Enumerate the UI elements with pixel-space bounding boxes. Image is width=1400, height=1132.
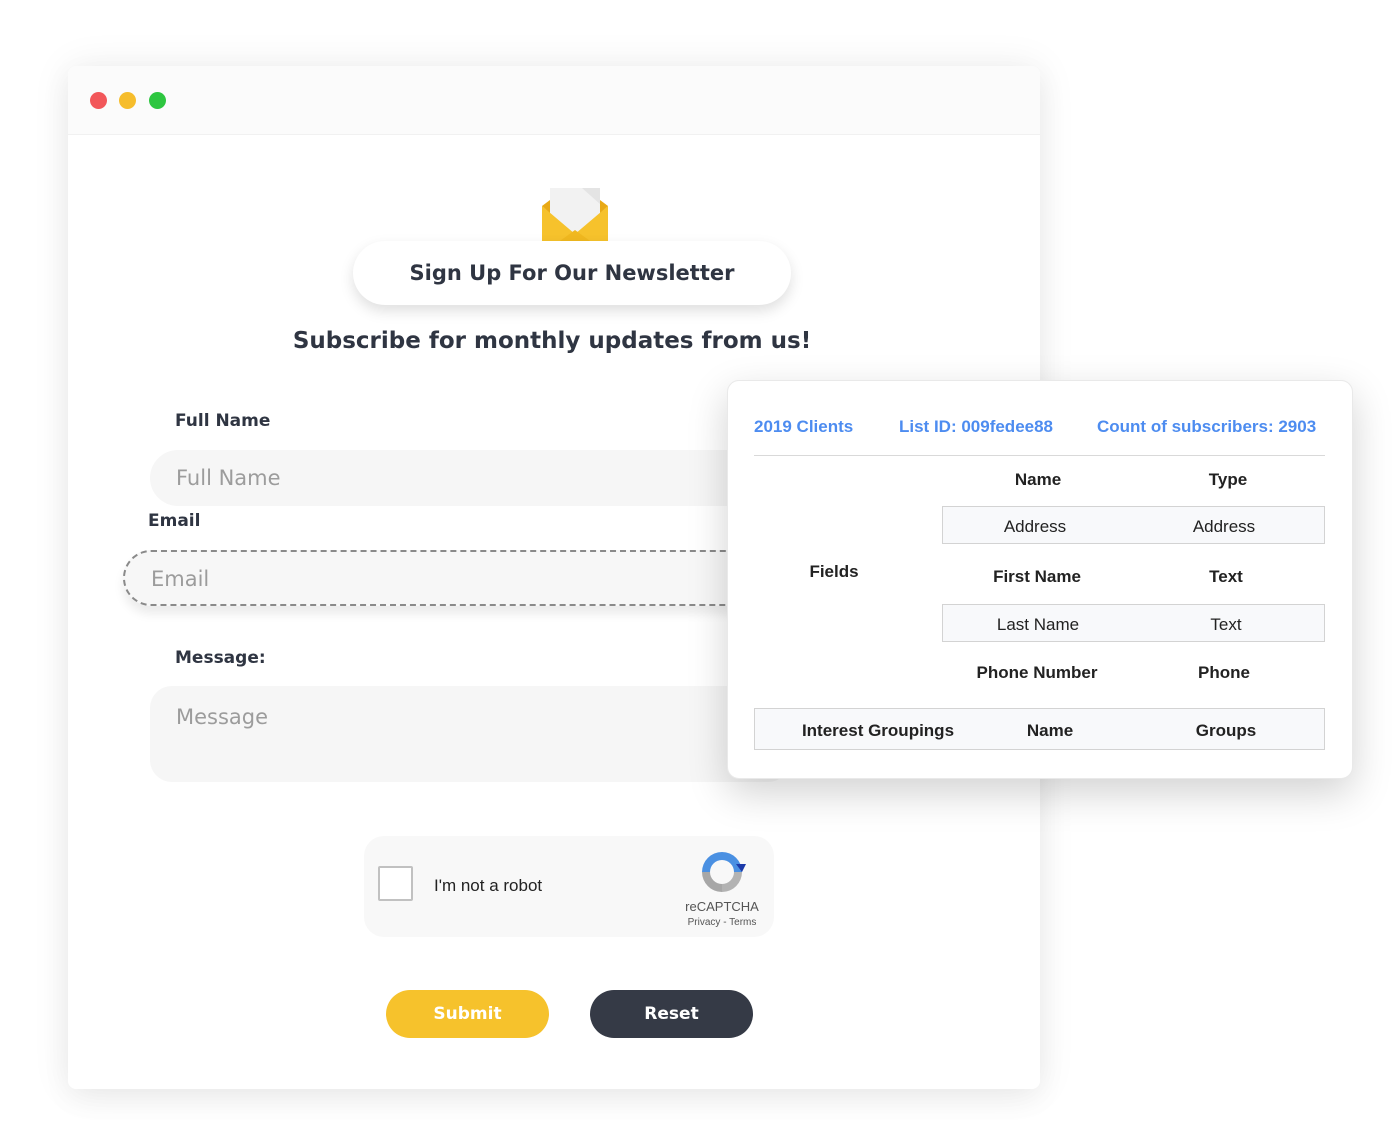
recaptcha-label: I'm not a robot (434, 876, 543, 895)
interest-groupings-groups: Groups (1195, 721, 1257, 740)
field-type: Phone (1198, 663, 1250, 682)
fields-label: Fields (809, 562, 859, 581)
recaptcha-checkbox[interactable] (378, 866, 413, 901)
field-name: Last Name (996, 615, 1080, 634)
newsletter-subtitle: Subscribe for monthly updates from us! (292, 328, 812, 354)
minimize-window-button[interactable] (119, 92, 136, 109)
reset-button[interactable]: Reset (590, 990, 753, 1038)
list-details-card: 2019 Clients List ID: 009fedee88 Count o… (727, 380, 1353, 779)
list-id: List ID: 009fedee88 (899, 417, 1054, 436)
card-divider (754, 455, 1325, 456)
full-name-label: Full Name (175, 411, 271, 431)
field-type: Address (1192, 517, 1256, 536)
window-titlebar (68, 66, 1040, 135)
header-name: Name (1014, 470, 1062, 489)
interest-groupings-label: Interest Groupings (801, 721, 955, 740)
recaptcha-links[interactable]: Privacy - Terms (664, 917, 780, 928)
list-name: 2019 Clients (754, 417, 854, 436)
field-name: Phone Number (976, 663, 1098, 682)
recaptcha-brand: reCAPTCHA (685, 899, 759, 914)
field-name: First Name (993, 567, 1081, 586)
field-type: Text (1210, 615, 1242, 634)
subscriber-count: Count of subscribers: 2903 (1097, 417, 1317, 436)
field-name: Address (1003, 517, 1067, 536)
newsletter-title: Sign Up For Our Newsletter (353, 241, 791, 305)
message-label: Message: (175, 648, 266, 668)
recaptcha-widget: I'm not a robot reCAPTCHA Privacy - Term… (364, 836, 774, 937)
header-type: Type (1208, 470, 1248, 489)
submit-button[interactable]: Submit (386, 990, 549, 1038)
message-textarea[interactable]: Message (150, 686, 790, 782)
close-window-button[interactable] (90, 92, 107, 109)
recaptcha-logo-icon (702, 852, 746, 892)
email-input[interactable]: Email (123, 550, 803, 606)
email-label: Email (148, 511, 201, 531)
maximize-window-button[interactable] (149, 92, 166, 109)
interest-groupings-name: Name (1026, 721, 1074, 740)
full-name-input[interactable]: Full Name (150, 450, 790, 506)
field-type: Text (1209, 567, 1243, 586)
